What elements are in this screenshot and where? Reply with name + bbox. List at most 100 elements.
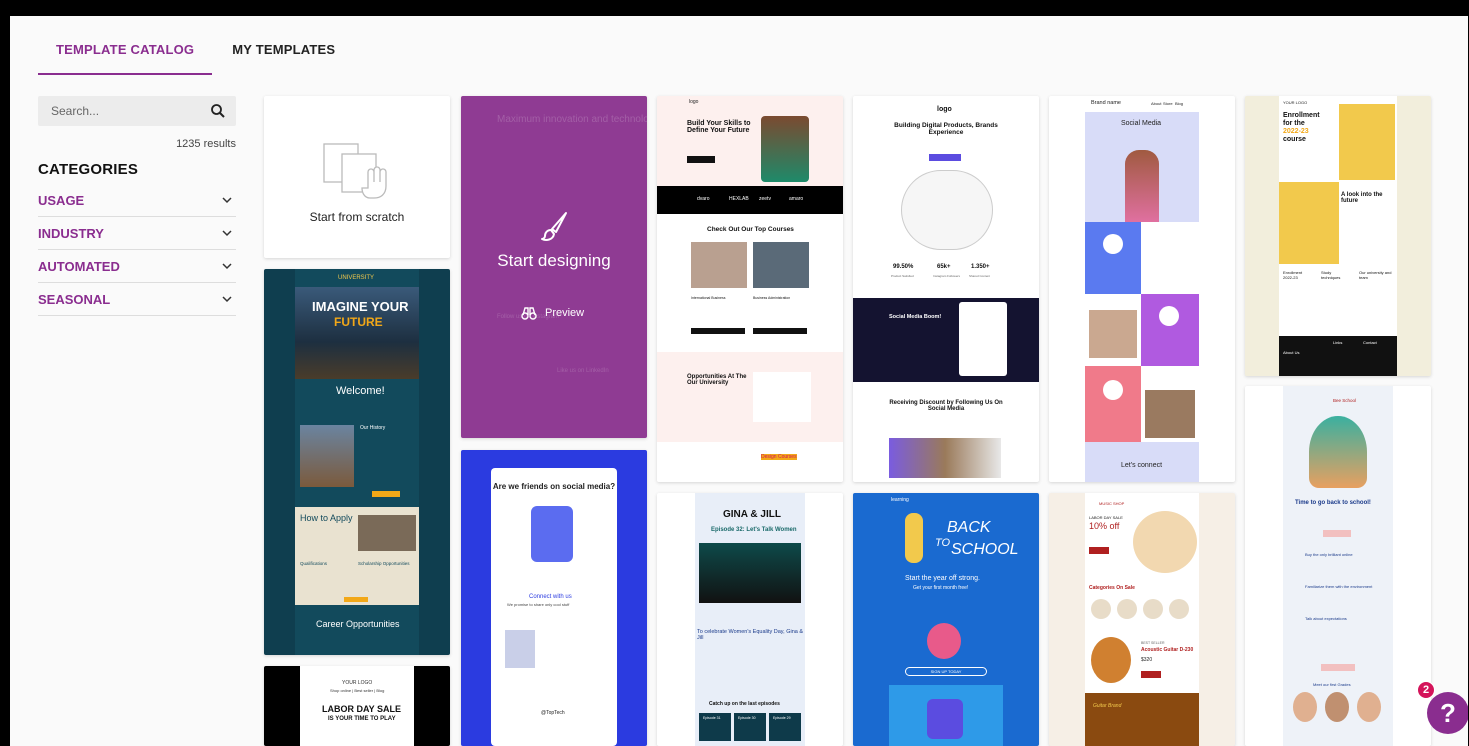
app-window: TEMPLATE CATALOG MY TEMPLATES 1235 resul… [10,16,1468,746]
template-card-start-from-scratch[interactable]: Start from scratch [264,96,450,258]
preview-button[interactable]: Preview [521,306,584,320]
category-thumb-1[interactable] [1091,599,1111,619]
search-box [38,96,236,126]
school-brand: learning [891,497,909,503]
courses-brand-1: dvaro [697,196,710,202]
courses-opportunities: Opportunities At The Our University [687,374,747,386]
courses-bottom [657,442,843,482]
music-footer [1085,693,1199,746]
bee-cta[interactable] [1323,530,1351,537]
courses-cta[interactable] [687,156,715,163]
category-thumb-4[interactable] [1169,599,1189,619]
music-shop-button[interactable] [1089,547,1109,554]
labor-title: LABOR DAY SALE [322,704,402,714]
chevron-down-icon [222,230,232,237]
courses-brand-4: amaro [789,196,804,202]
course-1-button[interactable] [691,328,745,334]
enroll-line-4: course [1283,136,1306,143]
music-price: $320 [1141,657,1153,663]
search-icon[interactable] [210,103,226,119]
phone-mockup [959,302,1007,376]
category-label: USAGE [38,192,85,208]
music-off: 10% off [1089,521,1120,531]
digital-discount: Receiving Discount by Following Us On So… [889,400,1003,412]
template-card-social-friends[interactable]: Are we friends on social media? Connect … [461,450,647,746]
social-connect: Connect with us [529,594,572,600]
enroll-contact: Contact [1363,340,1377,345]
enroll-col-1: Enrollment 2022-23 [1283,270,1303,280]
bee-more-button[interactable] [1321,664,1355,671]
start-from-scratch-label: Start from scratch [309,210,405,224]
music-brands: Guitar Brand [1093,703,1122,709]
bee-feature-1: Buy the only brilliant online [1305,552,1353,557]
kid-photo-2 [1325,692,1349,722]
courses-logo: logo [689,99,699,105]
template-card-music-shop[interactable]: MUSIC SHOP LABOR DAY SALE 10% off Catego… [1049,493,1235,746]
template-card-courses[interactable]: logo Build Your Skills to Define Your Fu… [657,96,843,482]
read-more-button[interactable] [372,491,400,497]
digital-logo: logo [937,106,952,113]
tab-my-templates[interactable]: MY TEMPLATES [232,40,335,75]
music-buy-button[interactable] [1141,671,1161,678]
school-cta[interactable]: SIGN UP TODAY [905,667,987,676]
template-card-enrollment[interactable]: YOUR LOGO Enrollment for the 2022-23 cou… [1245,96,1431,376]
kid-photo-1 [1293,692,1317,722]
template-card-bee-school[interactable]: Bee School Time to go back to school! Bu… [1245,386,1431,746]
bee-title: Time to go back to school! [1295,500,1371,506]
boy-image [1279,182,1339,264]
template-card-university[interactable]: UNIVERSITY IMAGINE YOUR FUTURE Welcome! … [264,269,450,655]
category-label: AUTOMATED [38,258,120,274]
courses-headline: Build Your Skills to Define Your Future [687,120,751,134]
category-seasonal[interactable]: SEASONAL [38,283,236,316]
university-qualifications: Qualifications [300,561,328,566]
tab-template-catalog[interactable]: TEMPLATE CATALOG [38,40,213,75]
podcast-image [699,543,801,603]
monster-character [927,623,961,659]
template-card-labor-day[interactable]: YOUR LOGO Shop online | Best seller | Bl… [264,666,450,746]
labor-subtitle: IS YOUR TIME TO PLAY [328,716,396,722]
instagram-tile[interactable] [1141,294,1199,366]
gina-intro: To celebrate Women's Equality Day, Gina … [697,629,804,641]
category-thumb-2[interactable] [1117,599,1137,619]
digital-cta[interactable] [929,154,961,161]
template-card-social-media-brand[interactable]: Brand name About Store Blog Social Media… [1049,96,1235,482]
tab-bar: TEMPLATE CATALOG MY TEMPLATES [38,40,373,75]
template-card-gina-jill[interactable]: GINA & JILL Episode 32: Let's Talk Women… [657,493,843,746]
girl-image [1309,416,1367,488]
results-count: 1235 results [176,138,236,150]
category-automated[interactable]: AUTOMATED [38,250,236,283]
tiktok-tile[interactable] [1085,366,1141,442]
template-card-hovered[interactable]: Maximum innovation and technology Follow… [461,96,647,438]
ghost-title: Maximum innovation and technology [497,114,647,125]
university-welcome: Welcome! [336,385,385,397]
course-2-button[interactable] [753,328,807,334]
template-card-digital-products[interactable]: logo Building Digital Products, Brands E… [853,96,1039,482]
brand-strip [657,186,843,214]
brand-nav-about: About [1151,101,1162,106]
enroll-col-3: Our university and team [1359,270,1392,280]
chevron-down-icon [222,197,232,204]
category-usage[interactable]: USAGE [38,184,236,217]
enroll-col-2: Study techniques [1321,270,1341,280]
apply-button[interactable] [344,597,368,602]
chevron-down-icon [222,263,232,270]
category-industry[interactable]: INDUSTRY [38,217,236,250]
tiktok-icon [1103,380,1123,400]
start-designing-label[interactable]: Start designing [461,251,647,271]
category-thumb-3[interactable] [1143,599,1163,619]
instruments-image [1133,511,1197,573]
labor-logo: YOUR LOGO [342,680,373,686]
guitar-image [1091,637,1131,683]
episode-3-label: Episode 29 [773,716,791,720]
help-button[interactable]: ? [1427,692,1468,734]
school-line-1: BACK [947,519,991,536]
boom-section [853,298,1039,382]
brand-nav-blog: Blog [1175,101,1184,106]
category-label: SEASONAL [38,291,111,307]
brand-photo-2 [1145,390,1195,438]
facebook-tile[interactable] [1085,222,1141,294]
enroll-line-1: Enrollment [1283,112,1320,119]
paintbrush-icon [541,212,567,241]
search-input[interactable] [38,104,198,118]
template-card-back-to-school[interactable]: learning BACK TO SCHOOL Start the year o… [853,493,1039,746]
